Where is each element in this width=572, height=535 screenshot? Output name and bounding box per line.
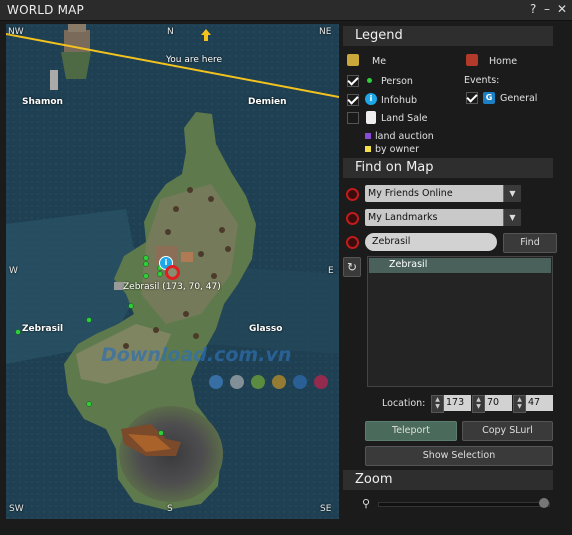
infohub-icon: i [365,93,377,105]
location-label: Location: [382,398,426,409]
copy-slurl-button[interactable]: Copy SLurl [462,421,553,441]
selection-target-icon [165,265,180,280]
by-owner-swatch [365,146,371,152]
stepper-arrows-icon[interactable]: ▲ ▼ [431,395,444,413]
minimize-button[interactable]: – [544,2,550,16]
zoom-header: Zoom [343,470,553,490]
friends-status-icon [346,188,359,201]
search-input[interactable]: Zebrasil [365,233,497,251]
zoom-slider[interactable] [378,502,550,507]
land-sale-icon [366,111,376,124]
help-button[interactable]: ? [530,2,536,16]
legend-by-owner-label: by owner [375,144,420,155]
general-event-icon: G [483,92,495,104]
show-selection-button[interactable]: Show Selection [365,446,553,466]
legend-land-sale-label: Land Sale [381,113,428,124]
legend-infohub-label: Infohub [381,95,418,106]
chevron-down-icon: ▼ [503,185,521,202]
watermark-dot [251,375,265,389]
stepper-arrows-icon[interactable]: ▲ ▼ [472,395,485,413]
legend-land-auction-label: land auction [375,131,434,142]
person-checkbox[interactable] [347,75,359,87]
zoom-slider-handle[interactable] [539,498,549,508]
selection-label: Zebrasil (173, 70, 47) [123,282,221,292]
chevron-down-icon: ▼ [503,209,521,226]
legend-header: Legend [343,26,553,46]
legend-general-label: General [500,93,538,104]
zoom-icon: ⚲ [362,497,371,510]
watermark: Download.com.vn [101,344,292,366]
world-map[interactable]: NW N NE W E SW S SE You are here Shamon … [6,24,339,519]
watermark-dot [230,375,244,389]
person-dot-icon [367,78,372,83]
search-results-list[interactable]: Zebrasil [367,256,553,387]
infohub-checkbox[interactable] [347,94,359,106]
window-title: WORLD MAP [7,3,84,17]
land-sale-checkbox[interactable] [347,112,359,124]
legend-events-label: Events: [464,75,500,86]
find-button[interactable]: Find [503,233,557,253]
landmarks-dropdown[interactable]: My Landmarks ▼ [365,209,521,226]
me-icon [347,54,359,66]
result-row[interactable]: Zebrasil [369,258,551,273]
teleport-button[interactable]: Teleport [365,421,457,441]
legend-home-label: Home [489,56,518,67]
search-status-icon [346,236,359,249]
legend-me-label: Me [372,56,387,67]
landmarks-status-icon [346,212,359,225]
watermark-dot [314,375,328,389]
watermark-dot [272,375,286,389]
refresh-icon[interactable]: ↻ [343,257,361,277]
find-on-map-header: Find on Map [343,158,553,178]
watermark-dot [209,375,223,389]
friends-online-dropdown[interactable]: My Friends Online ▼ [365,185,521,202]
legend-person-label: Person [381,76,413,87]
title-bar: WORLD MAP ? – ✕ [0,0,572,21]
stepper-arrows-icon[interactable]: ▲ ▼ [513,395,526,413]
general-events-checkbox[interactable] [466,92,478,104]
close-button[interactable]: ✕ [557,2,567,16]
watermark-dot [293,375,307,389]
land-auction-swatch [365,133,371,139]
home-icon [466,54,478,66]
